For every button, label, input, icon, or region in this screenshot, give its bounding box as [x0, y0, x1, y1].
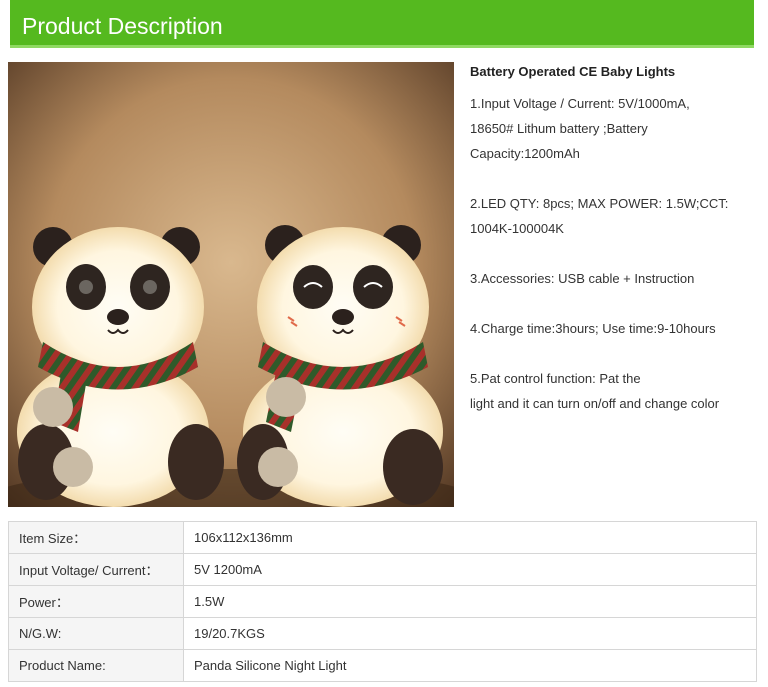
table-row: Power： 1.5W	[8, 585, 757, 618]
spec-label: Power：	[8, 585, 184, 618]
description-line: Capacity:1200mAh	[470, 146, 580, 161]
panda-left	[17, 227, 224, 507]
spec-label: Input Voltage/ Current：	[8, 553, 184, 586]
table-row: Product Name: Panda Silicone Night Light	[8, 649, 757, 682]
description-line: 1.Input Voltage / Current: 5V/1000mA,	[470, 96, 690, 111]
description-line: 18650# Lithum battery ;Battery	[470, 121, 648, 136]
product-photo	[8, 62, 454, 507]
spec-label: Item Size：	[8, 521, 184, 554]
description-line: light and it can turn on/off and change …	[470, 396, 720, 411]
table-row: Input Voltage/ Current： 5V 1200mA	[8, 553, 757, 586]
spec-label: Product Name:	[8, 649, 184, 682]
description-line: 3.Accessories: USB cable + Instruction	[470, 271, 695, 286]
table-row: N/G.W: 19/20.7KGS	[8, 617, 757, 650]
specs-table: Item Size： 106x112x136mm Input Voltage/ …	[8, 521, 757, 682]
spec-value: Panda Silicone Night Light	[183, 649, 757, 682]
table-row: Item Size： 106x112x136mm	[8, 521, 757, 554]
spec-value: 1.5W	[183, 585, 757, 618]
spec-value: 19/20.7KGS	[183, 617, 757, 650]
description-title: Battery Operated CE Baby Lights	[470, 64, 676, 79]
description-line: 2.LED QTY: 8pcs; MAX POWER: 1.5W;CCT:	[470, 196, 729, 211]
spec-label: N/G.W:	[8, 617, 184, 650]
description-line: 4.Charge time:3hours; Use time:9-10hours	[470, 321, 716, 336]
description-line: 5.Pat control function: Pat the	[470, 371, 641, 386]
spec-value: 5V 1200mA	[183, 553, 757, 586]
spec-value: 106x112x136mm	[183, 521, 757, 554]
section-header: Product Description	[10, 0, 754, 48]
section-title: Product Description	[22, 13, 223, 39]
description-line: 1004K-100004K	[470, 221, 564, 236]
